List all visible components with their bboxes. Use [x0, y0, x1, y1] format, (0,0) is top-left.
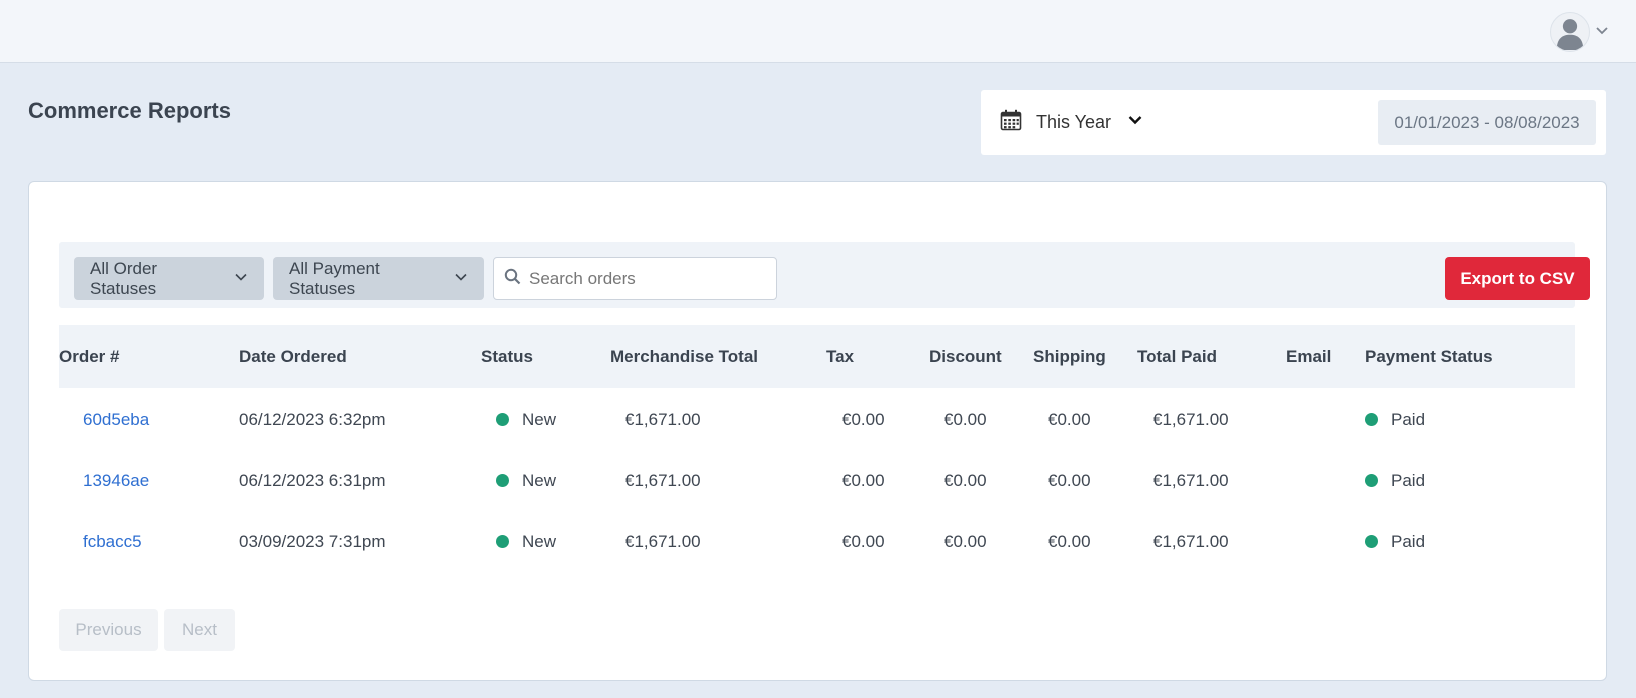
col-total[interactable]: Total Paid: [1137, 325, 1217, 388]
orders-card: All Order Statuses All Payment Statuses …: [28, 181, 1607, 681]
merch-cell: €1,671.00: [625, 410, 701, 429]
status-text: New: [522, 410, 557, 429]
payment-status-label: All Payment Statuses: [289, 258, 380, 298]
date-filter: This Year 01/01/2023 - 08/08/2023: [981, 90, 1606, 155]
date-cell: 06/12/2023 6:31pm: [239, 471, 386, 490]
user-avatar-icon[interactable]: [1550, 12, 1590, 52]
chevron-down-icon: [1127, 112, 1143, 133]
payment-text: Paid: [1391, 532, 1426, 551]
search-icon: [504, 268, 521, 290]
table-row: fcbacc5 03/09/2023 7:31pm New €1,671.00 …: [59, 511, 1575, 572]
shipping-cell: €0.00: [1048, 471, 1091, 490]
next-button[interactable]: Next: [164, 609, 235, 651]
search-box[interactable]: [493, 257, 777, 300]
tax-cell: €0.00: [842, 532, 885, 551]
date-preset-dropdown[interactable]: This Year: [1000, 90, 1143, 155]
total-cell: €1,671.00: [1153, 471, 1229, 490]
status-dot-icon: [496, 474, 509, 488]
col-email[interactable]: Email: [1286, 325, 1331, 388]
col-date[interactable]: Date Ordered: [239, 325, 347, 388]
payment-cell: Paid: [1365, 389, 1425, 450]
total-cell: €1,671.00: [1153, 532, 1229, 551]
search-input[interactable]: [529, 268, 759, 289]
total-cell: €1,671.00: [1153, 410, 1229, 429]
discount-cell: €0.00: [944, 471, 987, 490]
payment-dot-icon: [1365, 535, 1378, 549]
order-status-label: All Order Statuses: [90, 258, 158, 298]
col-discount[interactable]: Discount: [929, 325, 1002, 388]
chevron-down-icon[interactable]: [1594, 22, 1610, 43]
payment-text: Paid: [1391, 471, 1426, 490]
payment-text: Paid: [1391, 410, 1426, 429]
payment-status-dropdown[interactable]: All Payment Statuses: [273, 257, 484, 300]
table-header: Order # Date Ordered Status Merchandise …: [59, 325, 1575, 388]
discount-cell: €0.00: [944, 410, 987, 429]
shipping-cell: €0.00: [1048, 532, 1091, 551]
status-cell: New: [496, 389, 556, 450]
col-tax[interactable]: Tax: [826, 325, 854, 388]
date-preset-label: This Year: [1036, 112, 1112, 132]
payment-cell: Paid: [1365, 450, 1425, 511]
top-bar: [0, 0, 1636, 63]
payment-dot-icon: [1365, 474, 1378, 488]
payment-dot-icon: [1365, 413, 1378, 427]
order-status-dropdown[interactable]: All Order Statuses: [74, 257, 264, 300]
discount-cell: €0.00: [944, 532, 987, 551]
status-text: New: [522, 471, 557, 490]
merch-cell: €1,671.00: [625, 532, 701, 551]
export-csv-button[interactable]: Export to CSV: [1445, 257, 1590, 300]
filter-bar: All Order Statuses All Payment Statuses …: [59, 242, 1590, 308]
status-text: New: [522, 532, 557, 551]
table-row: 13946ae 06/12/2023 6:31pm New €1,671.00 …: [59, 450, 1575, 511]
col-order[interactable]: Order #: [59, 325, 119, 388]
order-link[interactable]: 13946ae: [83, 450, 149, 511]
chevron-down-icon: [454, 269, 468, 289]
status-cell: New: [496, 511, 556, 572]
col-status[interactable]: Status: [481, 325, 533, 388]
table-row: 60d5eba 06/12/2023 6:32pm New €1,671.00 …: [59, 389, 1575, 450]
col-merch[interactable]: Merchandise Total: [610, 325, 758, 388]
status-cell: New: [496, 450, 556, 511]
payment-cell: Paid: [1365, 511, 1425, 572]
merch-cell: €1,671.00: [625, 471, 701, 490]
order-link[interactable]: 60d5eba: [83, 389, 149, 450]
user-menu[interactable]: [1550, 12, 1610, 52]
date-cell: 03/09/2023 7:31pm: [239, 532, 386, 551]
date-range-input[interactable]: 01/01/2023 - 08/08/2023: [1378, 100, 1596, 145]
col-payment[interactable]: Payment Status: [1365, 325, 1493, 388]
tax-cell: €0.00: [842, 471, 885, 490]
page-title: Commerce Reports: [28, 98, 231, 123]
date-cell: 06/12/2023 6:32pm: [239, 410, 386, 429]
status-dot-icon: [496, 413, 509, 427]
status-dot-icon: [496, 535, 509, 549]
order-link[interactable]: fcbacc5: [83, 511, 142, 572]
chevron-down-icon: [234, 269, 248, 289]
calendar-icon: [1000, 109, 1022, 136]
shipping-cell: €0.00: [1048, 410, 1091, 429]
col-shipping[interactable]: Shipping: [1033, 325, 1106, 388]
tax-cell: €0.00: [842, 410, 885, 429]
previous-button[interactable]: Previous: [59, 609, 158, 651]
